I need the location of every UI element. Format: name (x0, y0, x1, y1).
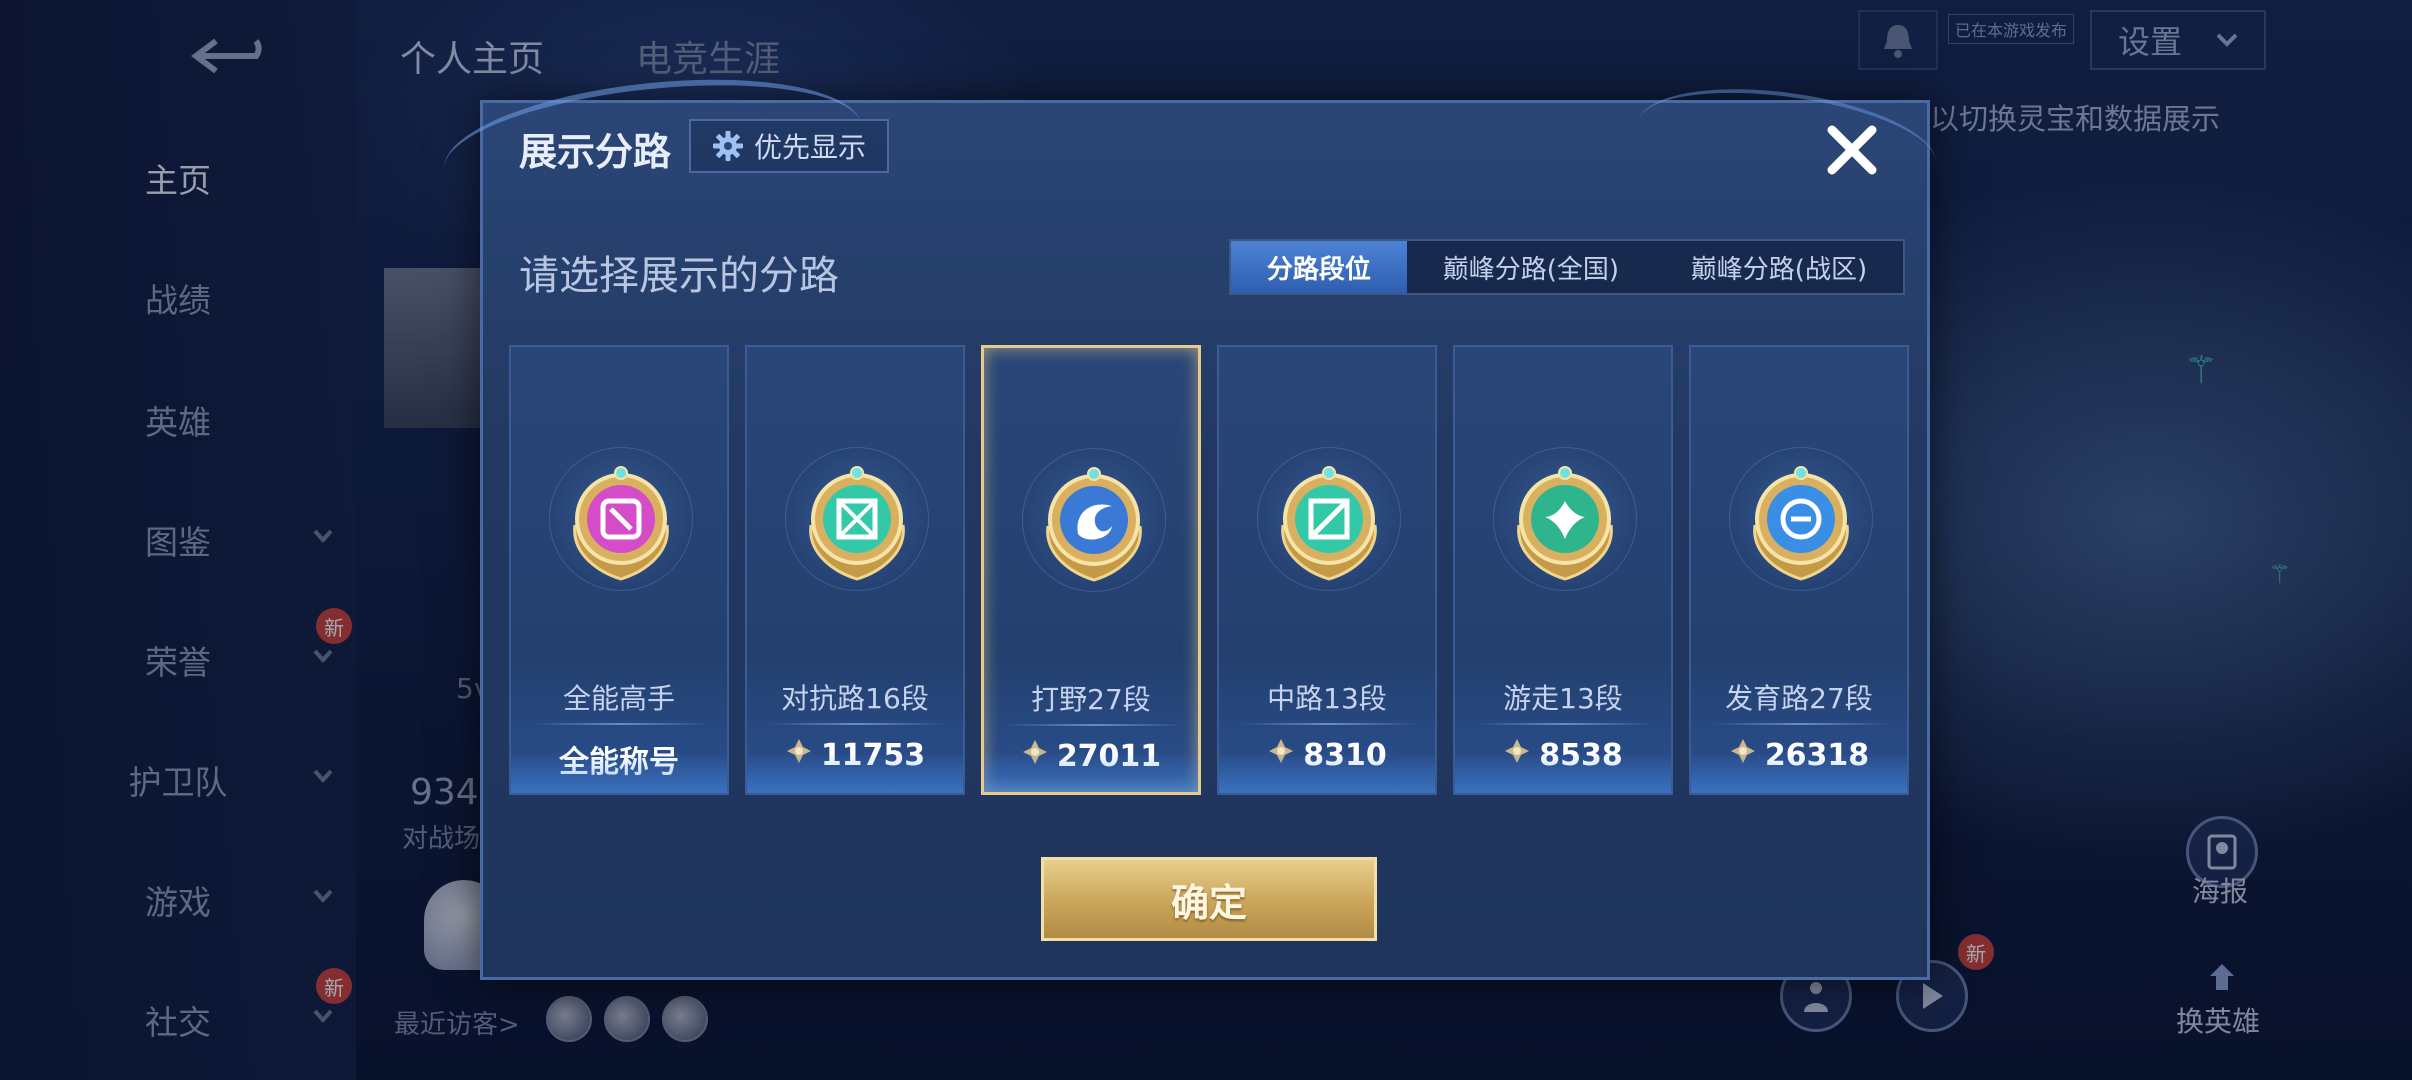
card-divider (1004, 724, 1184, 726)
card-lane-name: 发育路27段 (1725, 682, 1873, 715)
allround-emblem-icon (561, 455, 681, 585)
dialog-title: 展示分路 (519, 130, 672, 174)
lane-display-dialog: 展示分路 优先显示 请选择展示的分路 分路段位 巅峰分路(全国) 巅峰分路(战区) … (437, 61, 1943, 980)
card-roam[interactable]: 游走13段8538 (1453, 345, 1673, 795)
card-clash-lane[interactable]: 对抗路16段11753 (745, 345, 965, 795)
card-jungle[interactable]: 打野27段27011 (981, 345, 1201, 795)
confirm-button[interactable]: 确定 (1041, 857, 1377, 941)
card-divider (767, 723, 947, 725)
card-lane-name: 对抗路16段 (781, 682, 929, 715)
card-lane-name: 中路13段 (1267, 682, 1387, 715)
gear-icon (712, 131, 743, 161)
card-bottom-glow (1219, 753, 1435, 793)
card-bottom-glow (511, 753, 727, 793)
roam-emblem-icon (1505, 455, 1625, 585)
priority-display-label: 优先显示 (753, 131, 866, 164)
card-divider (531, 723, 711, 725)
card-bottom-glow (1455, 753, 1671, 793)
card-farm-lane[interactable]: 发育路27段26318 (1689, 345, 1909, 795)
card-mid-lane[interactable]: 中路13段8310 (1217, 345, 1437, 795)
segment-peak-national[interactable]: 巅峰分路(全国) (1407, 241, 1655, 293)
card-bottom-glow (747, 753, 963, 793)
card-divider (1711, 723, 1891, 725)
card-divider (1475, 723, 1655, 725)
lane-card-list: 全能高手全能称号对抗路16段11753打野27段27011中路13段8310游走… (503, 345, 1913, 795)
jungle-emblem-icon (1034, 456, 1154, 586)
card-lane-name: 游走13段 (1503, 682, 1623, 715)
card-bottom-glow (1691, 753, 1907, 793)
close-icon (1827, 125, 1877, 175)
mid-lane-emblem-icon (1269, 455, 1389, 585)
dialog-subtitle: 请选择展示的分路 (519, 253, 839, 299)
segment-lane-rank[interactable]: 分路段位 (1231, 241, 1407, 293)
card-bottom-glow (984, 752, 1198, 792)
card-divider (1239, 723, 1419, 725)
segment-peak-region[interactable]: 巅峰分路(战区) (1655, 241, 1903, 293)
card-lane-name: 全能高手 (562, 682, 675, 715)
farm-lane-emblem-icon (1741, 455, 1861, 585)
segment-control: 分路段位 巅峰分路(全国) 巅峰分路(战区) (1229, 239, 1905, 295)
card-allround[interactable]: 全能高手全能称号 (509, 345, 729, 795)
priority-display-button[interactable]: 优先显示 (689, 119, 889, 173)
clash-lane-emblem-icon (797, 455, 917, 585)
close-button[interactable] (1817, 115, 1887, 185)
card-lane-name: 打野27段 (1031, 683, 1151, 716)
